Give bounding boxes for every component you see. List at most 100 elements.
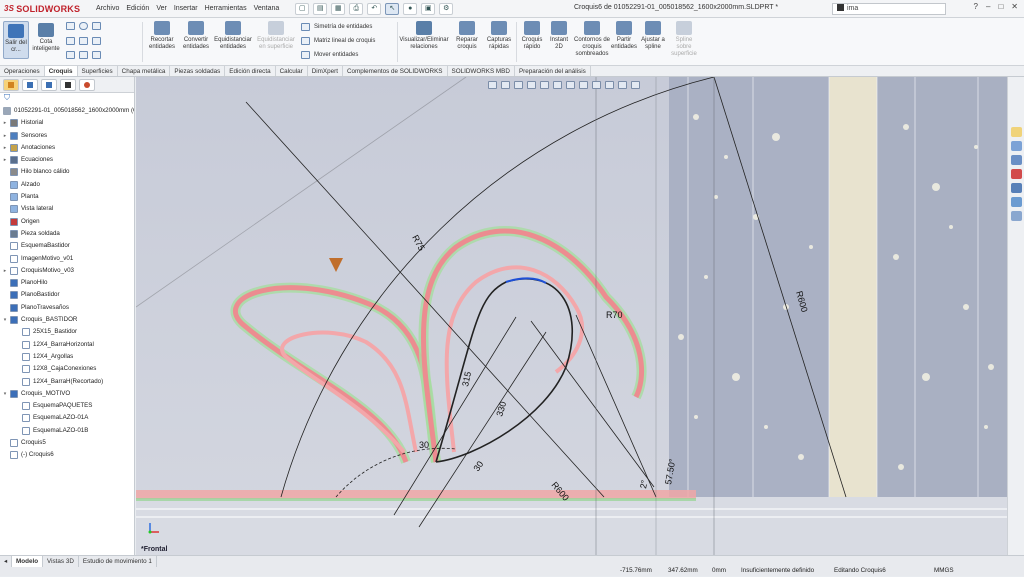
unit-system[interactable]: MMGS [934,567,954,574]
split-entities-button[interactable]: Partir entidades [611,21,637,51]
tree-expand-icon[interactable]: ▸ [2,142,8,154]
tab-analysis-prep[interactable]: Preparación del análisis [515,66,591,76]
tree-expand-icon[interactable]: ▸ [2,154,8,166]
offset-entities-button[interactable]: Equidistanciar entidades [213,21,253,51]
tab-sketch[interactable]: Croquis [44,66,78,76]
zoom-to-fit-icon[interactable] [488,81,497,89]
display-manager-tab[interactable] [79,78,95,91]
hide-show-items-icon[interactable] [579,81,588,89]
help-icon[interactable]: ? [974,2,978,11]
display-style-icon[interactable] [566,81,575,89]
property-manager-tab[interactable] [22,78,38,91]
smart-dimension-button[interactable]: Cota inteligente [31,21,61,59]
tree-item[interactable]: EsquemaLAZO-01A [0,412,134,424]
tree-expand-icon[interactable]: ▾ [2,314,8,326]
maximize-icon[interactable]: □ [998,2,1003,11]
tree-item[interactable]: Pieza soldada [0,228,134,240]
tree-item[interactable]: Croquis5 [0,437,134,449]
menu-edit[interactable]: Edición [126,5,149,12]
move-entities-button[interactable]: Mover entidades [301,51,358,59]
tree-item[interactable]: Hilo blanco cálido [0,166,134,178]
fit-spline-button[interactable]: Ajustar a spline [639,21,667,51]
graphics-area[interactable]: R75 R70 R600 R600 315 330 30 30 57.50° 2… [136,77,1007,555]
design-library-icon[interactable] [1010,141,1022,151]
tree-item[interactable]: ImagenMotivo_v01 [0,253,134,265]
offset-on-surface-button[interactable]: Equidistanciar en superficie [255,21,297,51]
quick-snaps-button[interactable]: Capturas rápidas [485,21,513,51]
dim-30-upper[interactable]: 30 [419,440,429,450]
new-icon[interactable]: ▢ [295,2,310,15]
tree-expand-icon[interactable]: ▸ [2,130,8,142]
menu-file[interactable]: Archivo [96,5,119,12]
tree-item[interactable]: (-) Croquis6 [0,449,134,461]
mirror-entities-button[interactable]: Simetría de entidades [301,23,372,31]
view-settings-icon[interactable] [618,81,627,89]
tree-item[interactable]: Alzado [0,179,134,191]
tree-expand-icon[interactable]: ▾ [2,388,8,400]
polygon-icon[interactable] [92,37,101,45]
convert-entities-button[interactable]: Convertir entidades [180,21,212,51]
minimize-icon[interactable]: – [986,2,990,11]
dynamic-annotation-icon[interactable] [540,81,549,89]
tree-item[interactable]: 12X4_BarraHorizontal [0,339,134,351]
tree-item[interactable]: EsquemaBastidor [0,240,134,252]
close-icon[interactable]: ✕ [1011,2,1018,11]
print-icon[interactable]: ⎙ [349,2,364,15]
tree-expand-icon[interactable]: ▸ [2,265,8,277]
custom-properties-icon[interactable] [1010,197,1022,207]
tab-sheet-metal[interactable]: Chapa metálica [118,66,171,76]
tab-features[interactable]: Operaciones [0,66,45,76]
options-icon[interactable]: ⚙ [439,2,454,15]
solidworks-logo[interactable]: 3S SOLIDWORKS [0,0,80,18]
slot-icon[interactable] [66,51,75,59]
tree-item[interactable]: PlanoHilo [0,277,134,289]
tree-item[interactable]: EsquemaLAZO-01B [0,425,134,437]
tree-item[interactable]: 12X4_Argollas [0,351,134,363]
edit-appearance-icon[interactable] [592,81,601,89]
tab-direct-editing[interactable]: Edición directa [225,66,276,76]
rebuild-icon[interactable]: ● [403,2,418,15]
tree-item[interactable]: ▸ Ecuaciones [0,154,134,166]
linear-pattern-button[interactable]: Matriz lineal de croquis [301,37,375,45]
tree-item[interactable]: ▸ Sensores [0,130,134,142]
tree-item[interactable]: 12X8_CajaConexiones [0,363,134,375]
menu-view[interactable]: Ver [156,5,167,12]
exit-sketch-button[interactable]: Salir del cr... [3,21,29,59]
tree-expand-icon[interactable]: ▸ [2,117,8,129]
section-view-icon[interactable] [527,81,536,89]
tab-weldments[interactable]: Piezas soldadas [170,66,226,76]
apply-scene-icon[interactable] [605,81,614,89]
filter-icon[interactable]: ⛉ [0,93,134,105]
tree-item[interactable]: PlanoTravesaños [0,302,134,314]
rectangle-icon[interactable] [66,37,75,45]
spline-on-surface-button[interactable]: Spline sobre superficie [669,21,699,58]
select-icon[interactable]: ↖ [385,2,400,15]
line-icon[interactable] [66,22,75,30]
menu-window[interactable]: Ventana [254,5,280,12]
tab-surfaces[interactable]: Superficies [78,66,118,76]
shaded-contours-button[interactable]: Contornos de croquis sombreados [573,21,611,58]
view-orientation-icon[interactable] [553,81,562,89]
instant2d-button[interactable]: Instant 2D [547,21,571,51]
spline-icon[interactable] [92,22,101,30]
tree-item[interactable]: Vista lateral [0,203,134,215]
display-relations-button[interactable]: Visualizar/Eliminar relaciones [399,21,449,51]
undo-icon[interactable]: ↶ [367,2,382,15]
tree-item[interactable]: EsquemaPAQUETES [0,400,134,412]
previous-view-icon[interactable] [514,81,523,89]
view-palette-icon[interactable] [1010,183,1022,193]
tree-item[interactable]: PlanoBastidor [0,289,134,301]
tree-item[interactable]: Origen [0,216,134,228]
file-properties-icon[interactable]: ▣ [421,2,436,15]
forum-icon[interactable] [1010,211,1022,221]
file-explorer-icon[interactable] [1010,155,1022,165]
point-icon[interactable] [79,51,88,59]
trim-entities-button[interactable]: Recortar entidades [146,21,178,51]
rapid-sketch-button[interactable]: Croquis rápido [519,21,545,51]
arc-icon[interactable] [79,37,88,45]
tab-evaluate[interactable]: Calcular [276,66,308,76]
text-icon[interactable] [92,51,101,59]
menu-insert[interactable]: Insertar [174,5,198,12]
tree-item[interactable]: ▾ Croquis_BASTIDOR [0,314,134,326]
open-icon[interactable]: ▤ [313,2,328,15]
